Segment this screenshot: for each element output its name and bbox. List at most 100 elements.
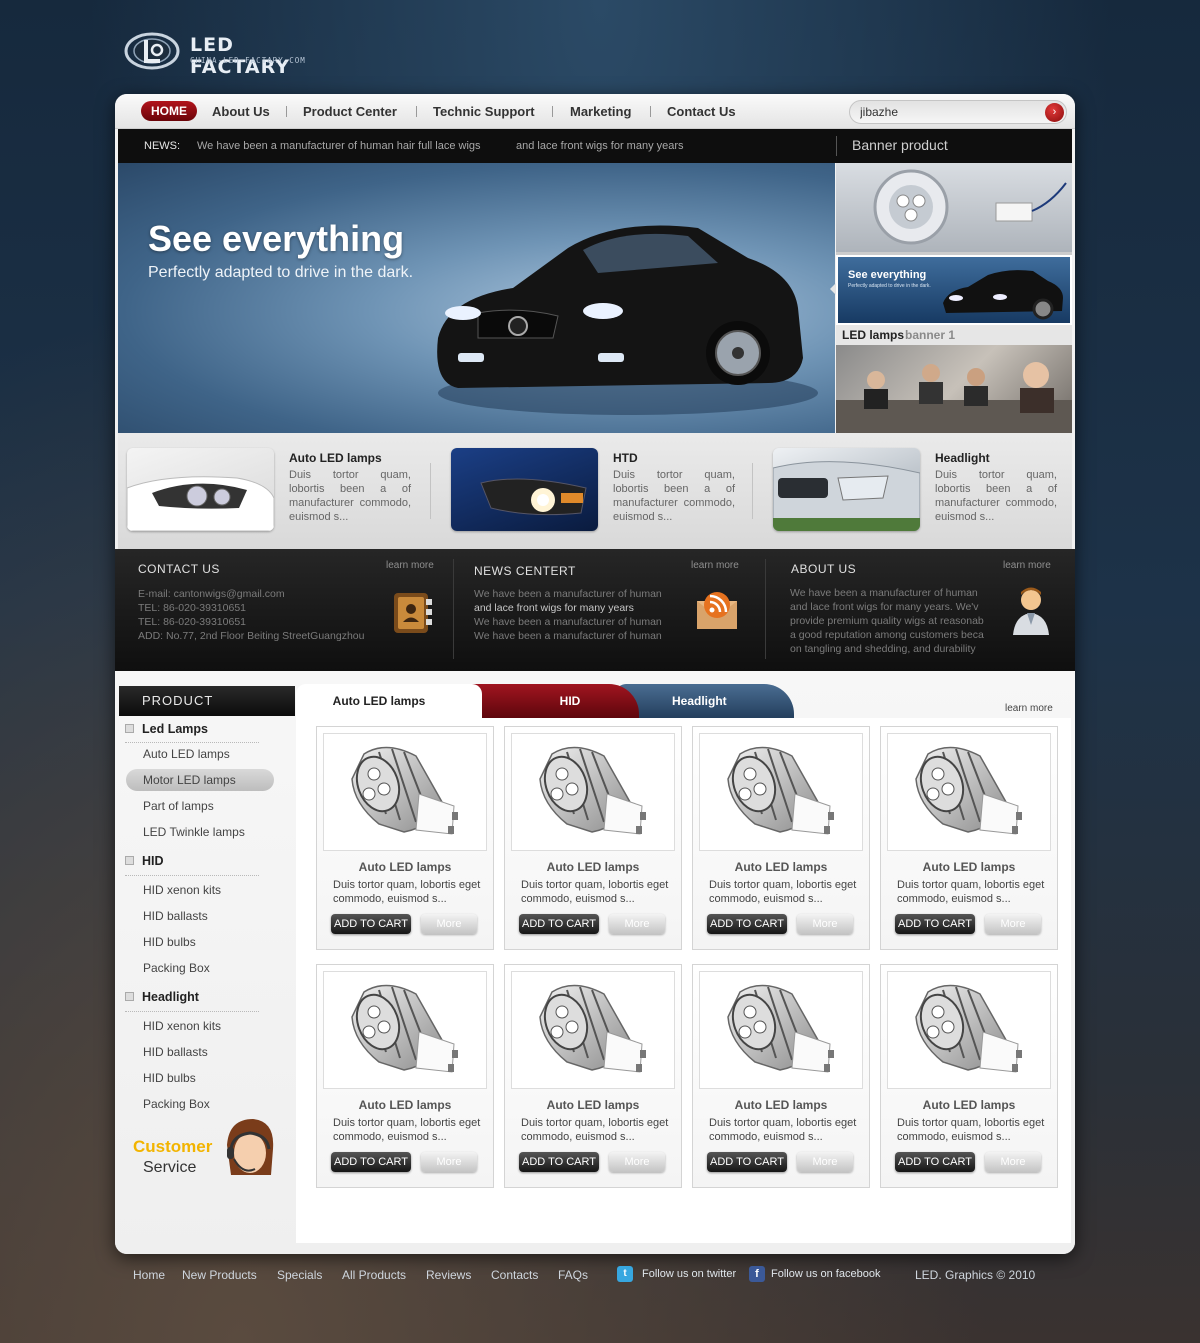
product-title[interactable]: Auto LED lamps — [505, 860, 681, 874]
about-line: on tangling and shedding, and durability — [790, 643, 976, 655]
sidebar-category-led-lamps[interactable]: Led Lamps — [125, 722, 208, 736]
add-to-cart-button[interactable]: ADD TO CART — [519, 914, 599, 934]
tab-headlight[interactable]: Headlight — [616, 684, 794, 718]
add-to-cart-button[interactable]: ADD TO CART — [331, 914, 411, 934]
twitter-icon[interactable]: t — [617, 1266, 633, 1282]
sidebar-item-hid-ballasts[interactable]: HID ballasts — [143, 909, 208, 923]
nav-product-center[interactable]: Product Center — [303, 104, 397, 119]
nav-separator — [552, 106, 553, 117]
car-image — [437, 225, 818, 415]
footer-link-contacts[interactable]: Contacts — [491, 1268, 538, 1282]
search-button[interactable]: › — [1045, 103, 1064, 122]
footer-link-faqs[interactable]: FAQs — [558, 1268, 588, 1282]
product-title[interactable]: Auto LED lamps — [505, 1098, 681, 1112]
news-item[interactable]: We have been a manufacturer of human hai… — [197, 140, 481, 152]
sidebar-item-hid-ballasts[interactable]: HID ballasts — [143, 1045, 208, 1059]
more-button[interactable]: More — [421, 914, 477, 934]
sidebar-item-led-twinkle-lamps[interactable]: LED Twinkle lamps — [143, 825, 245, 839]
customer-service[interactable]: Customer Service — [125, 1111, 295, 1211]
customer-service-subtitle: Service — [143, 1159, 197, 1176]
sidebar-item-hid-bulbs[interactable]: HID bulbs — [143, 1071, 196, 1085]
sidebar-item-auto-led-lamps[interactable]: Auto LED lamps — [143, 747, 230, 761]
sidebar-item-motor-led-lamps[interactable]: Motor LED lamps — [143, 773, 236, 787]
news-line[interactable]: We have been a manufacturer of human — [474, 587, 662, 601]
product-title[interactable]: Auto LED lamps — [317, 860, 493, 874]
tab-hid[interactable]: HID — [461, 684, 639, 718]
news-line[interactable]: We have been a manufacturer of human — [474, 629, 662, 643]
news-line[interactable]: We have been a manufacturer of human — [474, 615, 662, 629]
more-button[interactable]: More — [985, 1152, 1041, 1172]
product-card[interactable]: Auto LED lamps Duis tortor quam, loborti… — [880, 964, 1058, 1188]
sidebar-category-label: HID — [142, 854, 164, 868]
footer-link-all-products[interactable]: All Products — [342, 1268, 406, 1282]
search-input[interactable] — [858, 103, 1038, 121]
more-button[interactable]: More — [985, 914, 1041, 934]
footer-link-specials[interactable]: Specials — [277, 1268, 322, 1282]
more-button[interactable]: More — [421, 1152, 477, 1172]
footer-link-reviews[interactable]: Reviews — [426, 1268, 471, 1282]
add-to-cart-button[interactable]: ADD TO CART — [331, 1152, 411, 1172]
feature-card[interactable]: Auto LED lamps Duis tortor quam, loborti… — [127, 448, 437, 538]
led-bulb-icon — [351, 746, 458, 835]
tab-auto-led-lamps[interactable]: Auto LED lamps — [296, 684, 482, 718]
news-line[interactable]: and lace front wigs for many years — [474, 601, 634, 615]
feature-card[interactable]: Headlight Duis tortor quam, lobortis bee… — [773, 448, 1075, 538]
led-bulb-icon — [727, 984, 834, 1073]
sidebar-category-hid[interactable]: HID — [125, 854, 164, 868]
facebook-icon[interactable]: f — [749, 1266, 765, 1282]
about-learn-more[interactable]: learn more — [1003, 560, 1051, 571]
product-title[interactable]: Auto LED lamps — [693, 1098, 869, 1112]
product-title[interactable]: Auto LED lamps — [317, 1098, 493, 1112]
product-title[interactable]: Auto LED lamps — [693, 860, 869, 874]
add-to-cart-button[interactable]: ADD TO CART — [707, 914, 787, 934]
divider — [453, 559, 454, 659]
products-learn-more[interactable]: learn more — [1005, 703, 1053, 714]
nav-technic-support[interactable]: Technic Support — [433, 104, 535, 119]
contact-learn-more[interactable]: learn more — [386, 560, 434, 571]
product-image — [887, 971, 1051, 1089]
more-button[interactable]: More — [609, 1152, 665, 1172]
product-card[interactable]: Auto LED lamps Duis tortor quam, loborti… — [692, 726, 870, 950]
follow-twitter-link[interactable]: Follow us on twitter — [642, 1268, 736, 1280]
site-logo[interactable]: LED FACTARY CHINA-LED-FACTARY.COM — [124, 28, 324, 78]
more-button[interactable]: More — [797, 1152, 853, 1172]
product-title[interactable]: Auto LED lamps — [881, 860, 1057, 874]
banner-thumb-meeting[interactable] — [836, 345, 1072, 433]
sidebar-item-hid-xenon-kits[interactable]: HID xenon kits — [143, 883, 221, 897]
sidebar-item-hid-xenon-kits[interactable]: HID xenon kits — [143, 1019, 221, 1033]
product-card[interactable]: Auto LED lamps Duis tortor quam, loborti… — [692, 964, 870, 1188]
nav-marketing[interactable]: Marketing — [570, 104, 631, 119]
product-card[interactable]: Auto LED lamps Duis tortor quam, loborti… — [504, 726, 682, 950]
nav-contact-us[interactable]: Contact Us — [667, 104, 736, 119]
product-title[interactable]: Auto LED lamps — [881, 1098, 1057, 1112]
follow-facebook-link[interactable]: Follow us on facebook — [771, 1268, 880, 1280]
nav-about-us[interactable]: About Us — [212, 104, 270, 119]
product-card[interactable]: Auto LED lamps Duis tortor quam, loborti… — [316, 726, 494, 950]
product-card[interactable]: Auto LED lamps Duis tortor quam, loborti… — [504, 964, 682, 1188]
add-to-cart-button[interactable]: ADD TO CART — [707, 1152, 787, 1172]
product-card[interactable]: Auto LED lamps Duis tortor quam, loborti… — [880, 726, 1058, 950]
feature-card[interactable]: HTD Duis tortor quam, lobortis been a of… — [451, 448, 761, 538]
add-to-cart-button[interactable]: ADD TO CART — [895, 1152, 975, 1172]
sidebar-item-part-of-lamps[interactable]: Part of lamps — [143, 799, 214, 813]
news-item[interactable]: and lace front wigs for many years — [516, 140, 684, 152]
add-to-cart-button[interactable]: ADD TO CART — [519, 1152, 599, 1172]
more-button[interactable]: More — [609, 914, 665, 934]
footer-link-home[interactable]: Home — [133, 1268, 165, 1282]
sidebar-item-hid-bulbs[interactable]: HID bulbs — [143, 935, 196, 949]
nav-home[interactable]: HOME — [141, 101, 197, 121]
sidebar-item-packing-box[interactable]: Packing Box — [143, 1097, 210, 1111]
sidebar-category-headlight[interactable]: Headlight — [125, 990, 199, 1004]
product-card[interactable]: Auto LED lamps Duis tortor quam, loborti… — [316, 964, 494, 1188]
banner-thumb-downlight[interactable] — [836, 163, 1072, 252]
banner-thumb-car[interactable]: See everything Perfectly adapted to driv… — [836, 255, 1072, 325]
hero-banner[interactable]: See everything Perfectly adapted to driv… — [118, 163, 835, 433]
sidebar-item-packing-box[interactable]: Packing Box — [143, 961, 210, 975]
more-button[interactable]: More — [797, 914, 853, 934]
add-to-cart-button[interactable]: ADD TO CART — [895, 914, 975, 934]
about-line: provide premium quality wigs at reasonab — [790, 615, 984, 627]
hero-title: See everything — [148, 218, 405, 259]
news-section: NEWS CENTERT learn more We have been a m… — [474, 549, 744, 671]
footer-link-new-products[interactable]: New Products — [182, 1268, 257, 1282]
news-learn-more[interactable]: learn more — [691, 560, 739, 571]
